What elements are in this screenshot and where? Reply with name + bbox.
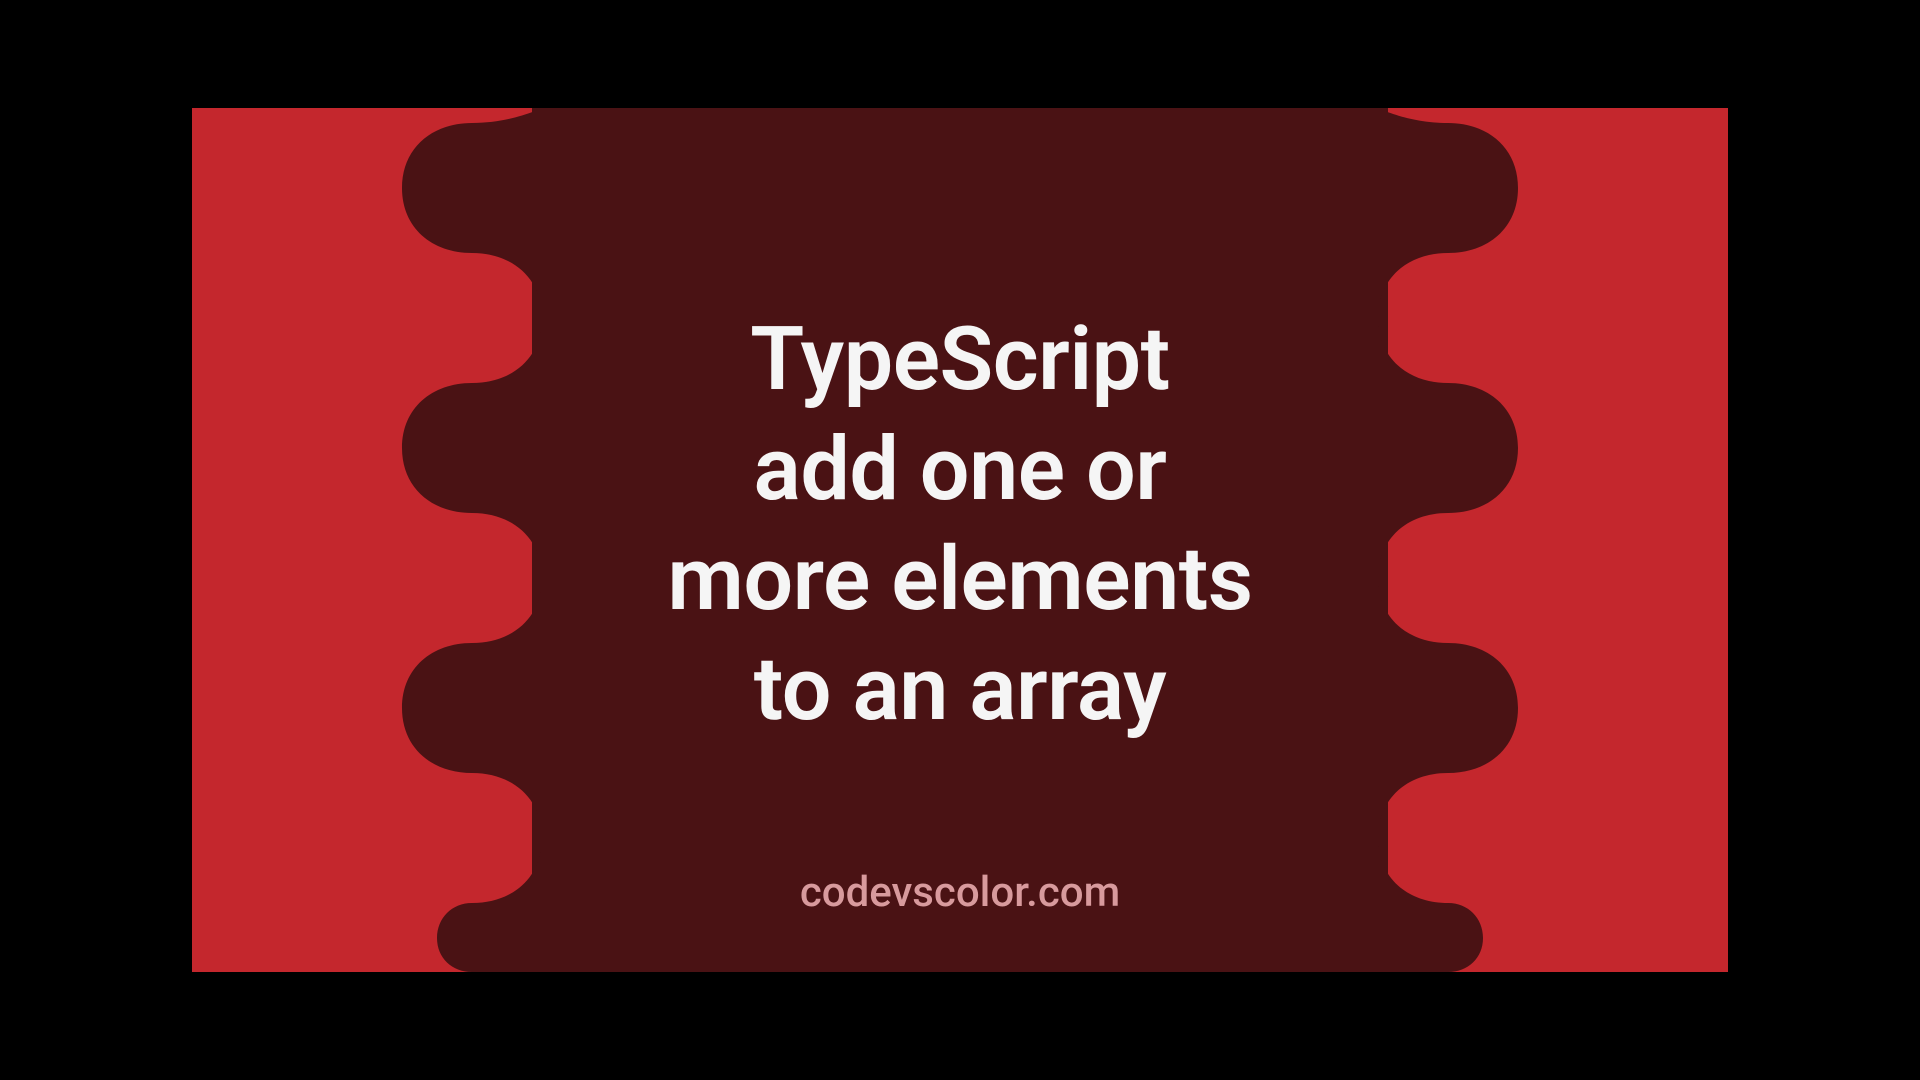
- banner-card: TypeScript add one or more elements to a…: [192, 108, 1728, 972]
- banner-title: TypeScript add one or more elements to a…: [667, 305, 1252, 745]
- title-line-3: more elements: [667, 528, 1252, 631]
- content-area: TypeScript add one or more elements to a…: [192, 108, 1728, 972]
- title-line-4: to an array: [754, 638, 1166, 741]
- watermark-text: codevscolor.com: [800, 868, 1120, 917]
- title-line-1: TypeScript: [750, 308, 1170, 411]
- title-line-2: add one or: [754, 418, 1167, 521]
